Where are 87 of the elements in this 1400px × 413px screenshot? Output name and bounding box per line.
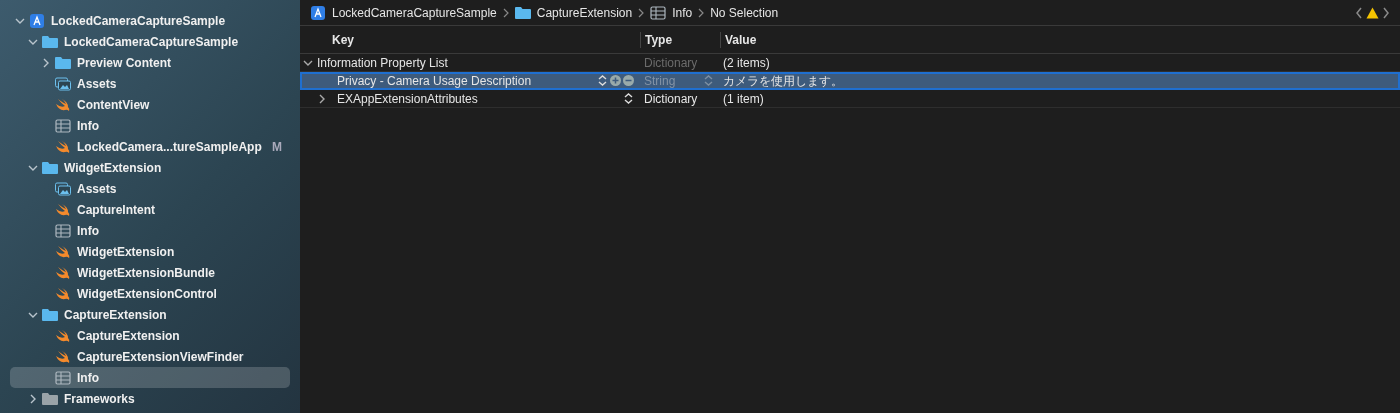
file-name: WidgetExtension [64, 159, 162, 177]
file-name: CaptureExtension [77, 327, 180, 345]
property-row[interactable]: Privacy - Camera Usage Description String カメラを使用します。 [300, 72, 1400, 90]
swift-icon [55, 328, 71, 343]
back-icon[interactable] [1355, 6, 1363, 19]
type-text: Dictionary [643, 90, 698, 108]
column-header[interactable]: Key [300, 30, 354, 49]
navigator-row[interactable]: CaptureExtension [10, 304, 290, 325]
folder-icon [42, 391, 58, 406]
file-name: Assets [77, 180, 117, 198]
folder-icon [514, 5, 531, 20]
navigator-row[interactable]: CaptureIntent [10, 199, 290, 220]
navigator-row[interactable]: CaptureExtension [10, 325, 290, 346]
navigator-row[interactable]: WidgetExtensionBundle [10, 262, 290, 283]
file-name: Info [77, 117, 99, 135]
images-icon [55, 181, 71, 196]
table-icon [55, 118, 71, 133]
column-header[interactable]: Type [645, 30, 673, 49]
key-text: EXAppExtensionAttributes [337, 90, 478, 108]
navigator-row[interactable]: WidgetExtension [10, 241, 290, 262]
add-icon[interactable] [610, 75, 621, 86]
type-text: Dictionary [643, 54, 698, 72]
folder-icon [55, 55, 71, 70]
remove-icon[interactable] [623, 75, 634, 86]
folder-icon [42, 34, 58, 49]
app-icon [29, 13, 45, 28]
property-row[interactable]: EXAppExtensionAttributes Dictionary (1 item) [300, 90, 1400, 108]
status-letter: M [272, 138, 282, 156]
value-text: カメラを使用します。 [722, 72, 843, 90]
navigator-row[interactable]: Preview Content [10, 52, 290, 73]
forward-icon[interactable] [1382, 6, 1390, 19]
swift-icon [55, 349, 71, 364]
breadcrumb-item[interactable]: Info [672, 3, 693, 22]
folder-icon [42, 160, 58, 175]
navigator-row[interactable]: Assets [10, 73, 290, 94]
value-text: (1 item) [722, 90, 764, 108]
folder-icon [42, 307, 58, 322]
separator-icon [698, 7, 705, 18]
file-name: LockedCamera...tureSampleApp [77, 138, 262, 156]
swift-icon [55, 244, 71, 259]
file-name: WidgetExtensionControl [77, 285, 217, 303]
file-name: LockedCameraCaptureSample [51, 12, 226, 30]
navigator-row[interactable]: LockedCameraCaptureSample [10, 31, 290, 52]
navigator-row[interactable]: CaptureExtensionViewFinder [10, 346, 290, 367]
navigator-row[interactable]: Info [10, 115, 290, 136]
file-name: WidgetExtensionBundle [77, 264, 215, 282]
value-text: (2 items) [722, 54, 770, 72]
navigator-row[interactable]: WidgetExtensionControl [10, 283, 290, 304]
navigator-row[interactable]: LockedCameraCaptureSample [10, 10, 290, 31]
swift-icon [55, 139, 71, 154]
warning-icon[interactable] [1366, 6, 1379, 19]
separator-icon [502, 7, 509, 18]
file-name: Preview Content [77, 54, 172, 72]
breadcrumb-item[interactable]: CaptureExtension [536, 3, 633, 22]
breadcrumb-item[interactable]: No Selection [710, 3, 779, 22]
navigator-row[interactable]: Info [10, 220, 290, 241]
swift-icon [55, 97, 71, 112]
key-text: Information Property List [317, 54, 448, 72]
table-icon [650, 5, 667, 20]
file-name: Info [77, 369, 99, 387]
navigator-row[interactable]: Info [10, 367, 290, 388]
file-name: LockedCameraCaptureSample [64, 33, 239, 51]
images-icon [55, 76, 71, 91]
table-icon [55, 370, 71, 385]
file-name: ContentView [77, 96, 150, 114]
file-name: CaptureExtensionViewFinder [77, 348, 244, 366]
key-text: Privacy - Camera Usage Description [337, 72, 532, 90]
table-icon [55, 223, 71, 238]
navigator-row[interactable]: Frameworks [10, 388, 290, 409]
swift-icon [55, 265, 71, 280]
file-name: WidgetExtension [77, 243, 175, 261]
type-text: String [643, 72, 676, 90]
navigator-row[interactable]: WidgetExtension [10, 157, 290, 178]
file-name: Assets [77, 75, 117, 93]
navigator-row[interactable]: Assets [10, 178, 290, 199]
file-name: CaptureExtension [64, 306, 167, 324]
file-name: Frameworks [64, 390, 135, 408]
separator-icon [638, 7, 645, 18]
file-name: Info [77, 222, 99, 240]
app-icon [310, 5, 326, 20]
navigator-row[interactable]: LockedCamera...tureSampleApp M [10, 136, 290, 157]
breadcrumb-item[interactable]: LockedCameraCaptureSample [332, 3, 497, 22]
swift-icon [55, 286, 71, 301]
file-name: CaptureIntent [77, 201, 155, 219]
swift-icon [55, 202, 71, 217]
navigator-row[interactable]: ContentView [10, 94, 290, 115]
column-header[interactable]: Value [725, 30, 757, 49]
